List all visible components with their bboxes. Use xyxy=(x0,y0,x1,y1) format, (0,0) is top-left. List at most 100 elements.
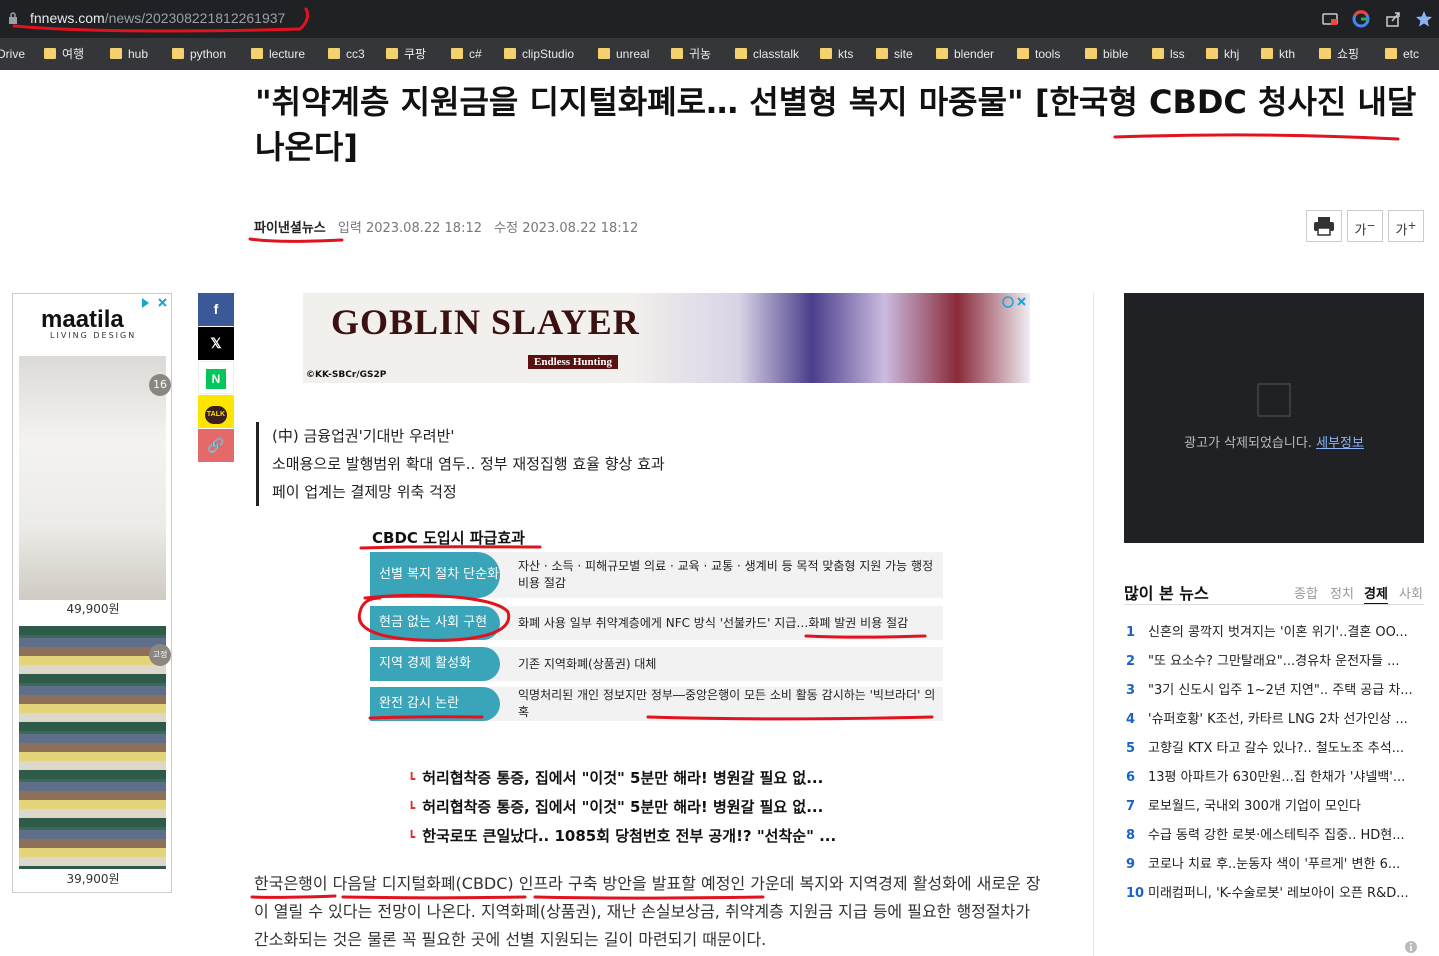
plus-icon: + xyxy=(1407,219,1417,232)
popular-item[interactable]: 2 "또 요소수? 그만탈래요"...경유차 운전자들 ... xyxy=(1126,650,1426,669)
folder-icon xyxy=(110,48,122,59)
annotation-source-underline xyxy=(248,237,344,243)
bookmark-folder[interactable]: unreal xyxy=(598,46,649,62)
related-link[interactable]: ┗ 한국로또 큰일났다.. 1085회 당첨번호 전부 공개!? "선착순" ..… xyxy=(408,825,836,846)
x-icon: 𝕏 xyxy=(210,335,222,351)
product-image-quilts[interactable] xyxy=(19,626,166,869)
ad-details-link[interactable]: 세부정보 xyxy=(1316,436,1364,451)
bookmark-folder[interactable]: tools xyxy=(1017,46,1060,62)
popular-item[interactable]: 7 로보월드, 국내외 300개 기업이 모인다 xyxy=(1126,795,1426,814)
folder-icon xyxy=(328,48,340,59)
folder-icon xyxy=(1206,48,1218,59)
bookmark-folder[interactable]: blender xyxy=(936,46,994,62)
product-image-bedding[interactable] xyxy=(19,356,166,600)
bookmark-folder[interactable]: lecture xyxy=(251,46,305,62)
tab-overall[interactable]: 종합 xyxy=(1294,583,1318,602)
bookmark-folder[interactable]: etc xyxy=(1385,46,1419,62)
article-summary: (中) 금융업권'기대반 우려반' 소매용으로 발행범위 확대 염두.. 정부 … xyxy=(256,422,665,506)
bookmark-folder[interactable]: kth xyxy=(1261,46,1295,62)
bookmark-folder[interactable]: 쇼핑 xyxy=(1319,46,1359,62)
banner-copyright: ©KK-SBCr/GS2P xyxy=(306,370,387,380)
popular-item[interactable]: 8 수급 동력 강한 로봇·에스테틱주 집중.. HD현... xyxy=(1126,824,1426,843)
bookmark-folder[interactable]: lss xyxy=(1152,46,1185,62)
folder-icon xyxy=(504,48,516,59)
url-path: /news/202308221812261937 xyxy=(104,10,286,26)
bookmark-folder[interactable]: classtalk xyxy=(735,46,799,62)
folder-icon xyxy=(172,48,184,59)
summary-line: 페이 업계는 결제망 위축 걱정 xyxy=(272,483,457,501)
bookmark-folder[interactable]: kts xyxy=(820,46,853,62)
infographic-row: 선별 복지 절차 단순화 자산 · 소득 · 피해규모별 의료 · 교육 · 교… xyxy=(370,552,943,598)
bookmark-folder[interactable]: 쿠팡 xyxy=(386,46,426,62)
folder-icon xyxy=(820,48,832,59)
bookmark-folder[interactable]: hub xyxy=(110,46,148,62)
ad-badge: 고정 xyxy=(149,644,171,666)
bookmark-folder[interactable]: 여행 xyxy=(44,46,84,62)
popular-item[interactable]: 5 고향길 KTX 타고 갈수 있나?.. 철도노조 추석... xyxy=(1126,737,1426,756)
bookmarks-bar: Drive 여행 hub python lecture cc3 쿠팡 c# cl… xyxy=(0,38,1439,70)
folder-icon xyxy=(1152,48,1164,59)
url-domain: fnnews.com xyxy=(30,10,105,26)
google-icon[interactable] xyxy=(1352,10,1370,28)
popular-item[interactable]: 4 '슈퍼호황' K조선, 카타르 LNG 2차 선가인상 ... xyxy=(1126,708,1426,727)
bookmark-folder[interactable]: cc3 xyxy=(328,46,365,62)
infographic-desc: 기존 지역화폐(상품권) 대체 xyxy=(518,656,657,671)
adchoices-icon[interactable] xyxy=(140,296,170,310)
popular-item[interactable]: 1 신혼의 콩깍지 벗겨지는 '이혼 위기'..결혼 OO... xyxy=(1126,621,1426,640)
kakaotalk-share-button[interactable]: TALK xyxy=(198,395,234,428)
font-decrease-button[interactable]: 가− xyxy=(1347,210,1383,242)
bookmark-folder[interactable]: site xyxy=(876,46,913,62)
url-text[interactable]: fnnews.com/news/202308221812261937 xyxy=(30,10,285,26)
infographic-label: 현금 없는 사회 구현 xyxy=(370,606,500,640)
bookmark-folder[interactable]: khj xyxy=(1206,46,1239,62)
bookmark-folder[interactable]: 귀농 xyxy=(671,46,711,62)
folder-icon xyxy=(1085,48,1097,59)
naver-share-button[interactable]: N xyxy=(198,361,234,394)
bullet-icon: ┗ xyxy=(408,801,416,815)
tab-society[interactable]: 사회 xyxy=(1399,583,1423,602)
banner-ad[interactable]: GOBLIN SLAYER Endless Hunting ©KK-SBCr/G… xyxy=(303,293,1030,383)
related-link[interactable]: ┗ 허리협착증 통증, 집에서 "이것" 5분만 해라! 병원갈 필요 없... xyxy=(408,796,823,817)
info-icon[interactable] xyxy=(1404,940,1418,954)
font-increase-button[interactable]: 가+ xyxy=(1388,210,1424,242)
bookmark-folder[interactable]: clipStudio xyxy=(504,46,574,62)
bookmark-folder[interactable]: bible xyxy=(1085,46,1128,62)
print-button[interactable] xyxy=(1306,210,1342,242)
tab-economy[interactable]: 경제 xyxy=(1364,583,1388,605)
bookmark-drive[interactable]: Drive xyxy=(0,46,25,62)
facebook-share-button[interactable]: f xyxy=(198,293,234,326)
modified-date: 수정 2023.08.22 18:12 xyxy=(494,221,639,236)
bullet-icon: ┗ xyxy=(408,772,416,786)
bookmark-folder[interactable]: python xyxy=(172,46,226,62)
cast-icon[interactable] xyxy=(1321,10,1339,28)
ad-removed-message: 광고가 삭제되었습니다. 세부정보 xyxy=(1184,436,1364,451)
column-divider xyxy=(1093,293,1094,956)
folder-icon xyxy=(598,48,610,59)
left-ad[interactable]: maatila LIVING DESIGN 16 49,900원 고정 39,9… xyxy=(12,293,172,893)
infographic-label: 완전 감시 논란 xyxy=(370,687,500,721)
x-share-button[interactable]: 𝕏 xyxy=(198,327,234,360)
article-body: 한국은행이 다음달 디지털화폐(CBDC) 인프라 구축 방안을 발표할 예정인… xyxy=(254,874,1041,949)
infographic-desc: 화폐 사용 일부 취약계층에게 NFC 방식 '선불카드' 지급…화폐 발권 비… xyxy=(518,615,909,630)
popular-item[interactable]: 6 13평 아파트가 630만원...집 한채가 '샤넬백'... xyxy=(1126,766,1426,785)
infographic-row: 현금 없는 사회 구현 화폐 사용 일부 취약계층에게 NFC 방식 '선불카드… xyxy=(370,606,943,640)
popular-item[interactable]: 3 "3기 신도시 입주 1~2년 지연".. 주택 공급 차... xyxy=(1126,679,1426,698)
folder-icon xyxy=(1385,48,1397,59)
copy-link-button[interactable]: 🔗 xyxy=(198,429,234,462)
adchoices-icon[interactable] xyxy=(1002,295,1028,309)
popular-item[interactable]: 9 코로나 치료 후..눈동자 색이 '푸르게' 변한 6... xyxy=(1126,853,1426,872)
address-bar[interactable]: fnnews.com/news/202308221812261937 xyxy=(0,0,1439,38)
facebook-icon: f xyxy=(213,301,219,317)
star-icon[interactable] xyxy=(1415,10,1433,28)
link-icon: 🔗 xyxy=(207,437,225,453)
bookmark-folder[interactable]: c# xyxy=(451,46,482,62)
share-icon[interactable] xyxy=(1384,10,1402,28)
ad-brand: maatila xyxy=(41,306,124,333)
source-name[interactable]: 파이낸셜뉴스 xyxy=(254,221,326,236)
folder-icon xyxy=(386,48,398,59)
popular-item[interactable]: 10 미래컴퍼니, 'K-수술로봇' 레보아이 오픈 R&D... xyxy=(1126,882,1426,901)
ad-tagline: LIVING DESIGN xyxy=(50,331,137,340)
related-link[interactable]: ┗ 허리협착증 통증, 집에서 "이것" 5분만 해라! 병원갈 필요 없... xyxy=(408,767,823,788)
bullet-icon: ┗ xyxy=(408,830,416,844)
tab-politics[interactable]: 정치 xyxy=(1330,583,1354,602)
